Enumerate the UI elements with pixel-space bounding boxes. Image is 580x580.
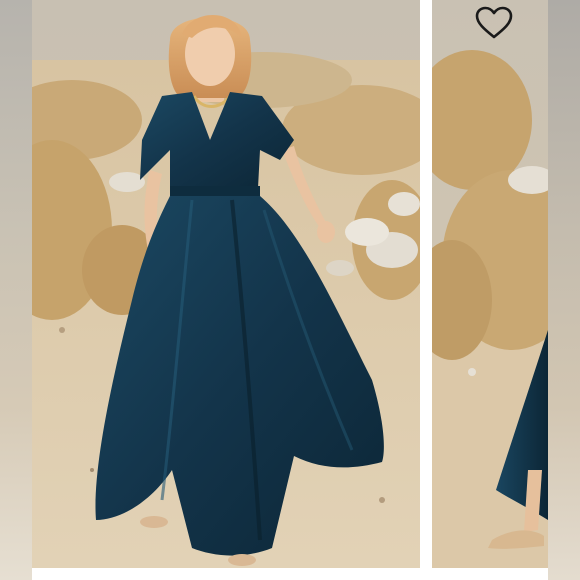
next-product-photo[interactable] [432,0,548,568]
blurred-right-margin [548,0,580,580]
main-product-photo[interactable] [32,0,420,568]
blurred-left-margin [0,0,32,580]
gallery-bottom-strip [32,568,548,580]
like-button[interactable] [472,4,516,42]
heart-outline-icon [475,6,513,39]
photo-gallery [0,0,580,580]
